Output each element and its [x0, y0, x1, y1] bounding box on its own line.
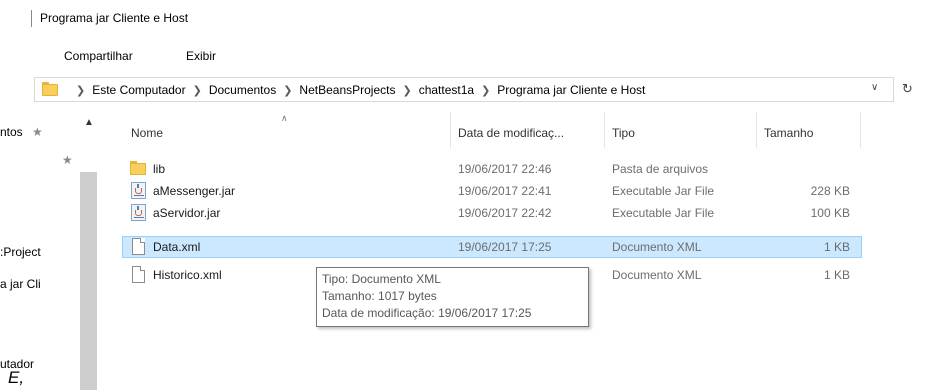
file-type: Pasta de arquivos	[612, 162, 709, 176]
jar-file-icon	[131, 182, 146, 199]
file-date: 19/06/2017 22:46	[458, 162, 552, 176]
window-title: Programa jar Cliente e Host	[40, 11, 189, 25]
nav-bottom-glyph: E,	[8, 368, 25, 387]
title-separator	[31, 10, 32, 27]
refresh-icon[interactable]: ↻	[902, 81, 913, 97]
file-date: 19/06/2017 17:25	[458, 240, 552, 254]
chevron-down-icon[interactable]: ∨	[871, 82, 878, 93]
file-icon	[132, 238, 145, 255]
nav-item-documentos[interactable]: ntos	[0, 125, 23, 139]
file-type: Executable Jar File	[612, 206, 715, 220]
column-divider[interactable]	[860, 112, 861, 148]
ribbon-tab-exibir[interactable]: Exibir	[186, 49, 216, 63]
pin-icon[interactable]: ★	[62, 153, 73, 167]
file-info-tooltip: Tipo: Documento XML Tamanho: 1017 bytes …	[316, 267, 589, 327]
file-type: Documento XML	[612, 240, 702, 254]
nav-item-programa-jar[interactable]: a jar Cli	[0, 277, 41, 291]
column-header-type[interactable]: Tipo	[612, 126, 635, 140]
chevron-right-icon[interactable]: ❯	[193, 84, 202, 97]
sort-ascending-icon: ∧	[281, 113, 288, 123]
jar-file-icon	[131, 204, 146, 221]
file-type: Executable Jar File	[612, 184, 715, 198]
crumb-programa-jar[interactable]: Programa jar Cliente e Host	[497, 83, 645, 97]
folder-icon	[130, 161, 146, 175]
ribbon-tab-compartilhar[interactable]: Compartilhar	[64, 49, 133, 63]
breadcrumb: ❯ Este Computador ❯ Documentos ❯ NetBean…	[69, 83, 645, 97]
file-icon	[132, 266, 145, 283]
address-bar[interactable]: ❯ Este Computador ❯ Documentos ❯ NetBean…	[34, 77, 894, 102]
pin-icon[interactable]: ★	[32, 125, 43, 139]
file-size: 100 KB	[810, 206, 850, 220]
column-divider[interactable]	[756, 112, 757, 148]
column-divider[interactable]	[604, 112, 605, 148]
column-header-name[interactable]: Nome	[131, 126, 163, 140]
ribbon: Compartilhar Exibir	[0, 38, 925, 72]
chevron-right-icon[interactable]: ❯	[481, 84, 490, 97]
file-date: 19/06/2017 22:42	[458, 206, 552, 220]
file-name: lib	[153, 162, 166, 176]
file-size: 1 KB	[823, 268, 850, 282]
tooltip-size: Tamanho: 1017 bytes	[322, 289, 437, 303]
nav-item-netbeansprojects[interactable]: :Project	[0, 245, 41, 259]
file-type: Documento XML	[612, 268, 702, 282]
chevron-right-icon: ❯	[76, 84, 86, 97]
file-name: Historico.xml	[153, 268, 222, 282]
file-row-aservidor[interactable]: aServidor.jar 19/06/2017 22:42 Executabl…	[122, 202, 862, 224]
column-divider[interactable]	[450, 112, 451, 148]
tooltip-date: Data de modificação: 19/06/2017 17:25	[322, 306, 532, 320]
chevron-right-icon[interactable]: ❯	[283, 84, 292, 97]
file-name: aServidor.jar	[153, 206, 221, 220]
file-date: 19/06/2017 22:41	[458, 184, 552, 198]
crumb-netbeansprojects[interactable]: NetBeansProjects	[299, 83, 395, 97]
column-header-date[interactable]: Data de modificaç...	[458, 126, 564, 140]
file-size: 1 KB	[823, 240, 850, 254]
file-size: 228 KB	[810, 184, 850, 198]
tooltip-type: Tipo: Documento XML	[322, 272, 441, 286]
file-name: Data.xml	[153, 240, 201, 254]
file-row-amessenger[interactable]: aMessenger.jar 19/06/2017 22:41 Executab…	[122, 180, 862, 202]
chevron-right-icon[interactable]: ❯	[402, 84, 411, 97]
crumb-documentos[interactable]: Documentos	[209, 83, 276, 97]
scroll-up-arrow-icon[interactable]: ▲	[84, 117, 94, 128]
file-name: aMessenger.jar	[153, 184, 236, 198]
title-bar: Programa jar Cliente e Host	[0, 0, 925, 38]
folder-icon	[42, 82, 58, 96]
crumb-chattest1a[interactable]: chattest1a	[419, 83, 474, 97]
file-row-data-xml[interactable]: Data.xml 19/06/2017 17:25 Documento XML …	[122, 236, 862, 258]
column-header-size[interactable]: Tamanho	[764, 126, 813, 140]
crumb-este-computador[interactable]: Este Computador	[92, 83, 185, 97]
nav-scrollbar[interactable]	[80, 172, 97, 390]
file-row-lib[interactable]: lib 19/06/2017 22:46 Pasta de arquivos	[122, 158, 862, 180]
